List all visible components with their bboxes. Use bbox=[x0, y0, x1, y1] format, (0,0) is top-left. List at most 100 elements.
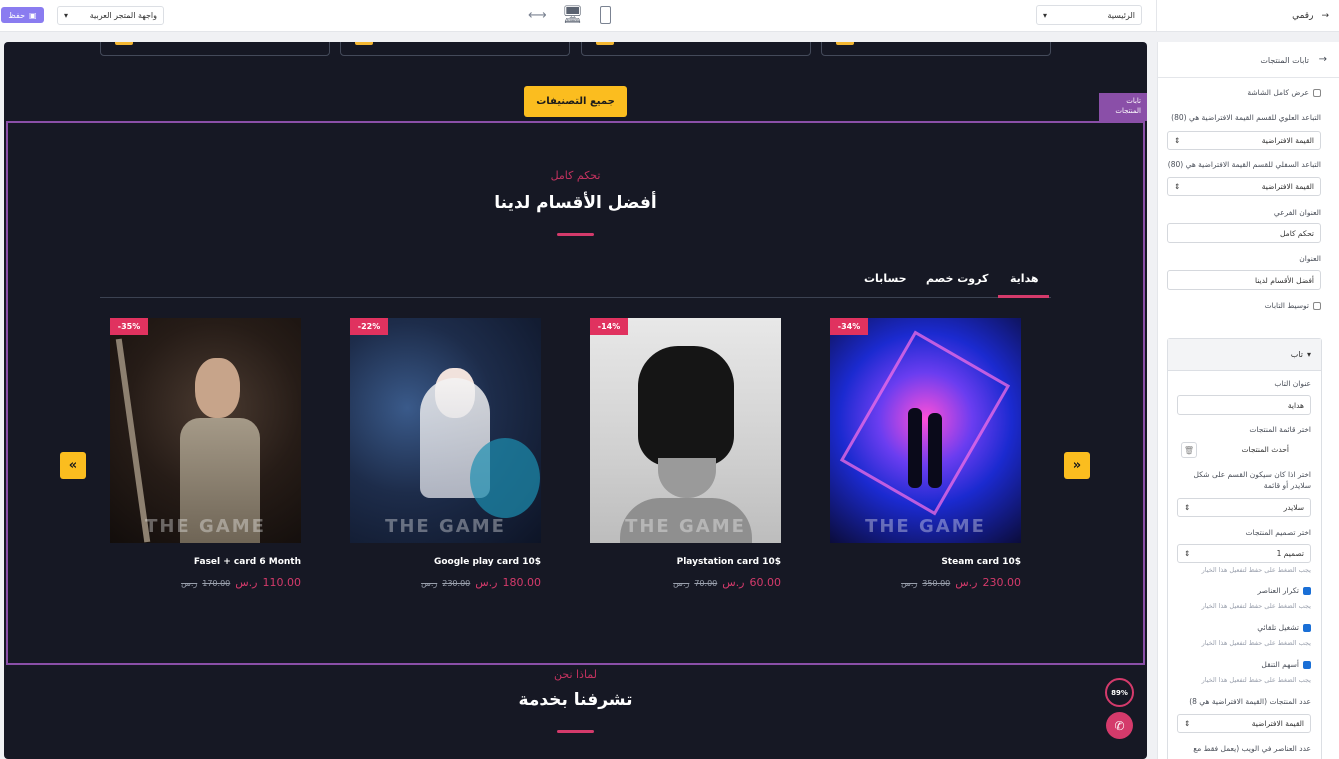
bottom-padding-label: التباعد السفلي للقسم القيمة الافتراضية ه… bbox=[1167, 160, 1321, 169]
product-prices: ر.س 350.00 ر.س 230.00 bbox=[830, 576, 1021, 589]
next-title-underline bbox=[557, 730, 594, 733]
tab-discount-cards[interactable]: كروت خصم bbox=[926, 272, 988, 285]
panel-title: تابات المنتجات bbox=[1260, 56, 1309, 65]
count-label: عدد المنتجات (القيمة الافتراضية هي 8) bbox=[1189, 697, 1311, 706]
repeat-checkbox[interactable] bbox=[1303, 587, 1311, 595]
top-card bbox=[100, 42, 330, 56]
desktop-icon[interactable]: 🖥 bbox=[562, 5, 584, 25]
save-hint: يجب الضغط على حفظ لتفعيل هذا الخيار bbox=[1201, 566, 1311, 574]
trash-icon[interactable]: 🗑 bbox=[1181, 442, 1197, 458]
product-card[interactable]: -35% THE GAME Fasel + card 6 Month ر.س 1… bbox=[110, 318, 301, 589]
whatsapp-icon[interactable]: ✆ bbox=[1106, 712, 1133, 739]
price: 230.00 bbox=[982, 576, 1022, 589]
display-mode-value: سلايدر bbox=[1283, 503, 1304, 512]
title-label: العنوان bbox=[1299, 254, 1321, 263]
all-categories-button[interactable]: جميع التصنيفات bbox=[524, 86, 627, 117]
product-card[interactable]: -34% THE GAME Steam card 10$ ر.س 350.00 … bbox=[830, 318, 1021, 589]
product-image[interactable]: -34% THE GAME bbox=[830, 318, 1021, 543]
product-prices: ر.س 170.00 ر.س 110.00 bbox=[110, 576, 301, 589]
display-mode-label: اختر اذا كان سيكون القسم على شكل سلايدر … bbox=[1193, 470, 1311, 490]
mobile-icon[interactable] bbox=[600, 6, 611, 24]
next-section-subtitle: لماذا نحن bbox=[553, 668, 598, 681]
bottom-padding-select[interactable]: ⇕ القيمة الافتراضية bbox=[1167, 177, 1321, 196]
product-image[interactable]: -14% THE GAME bbox=[590, 318, 781, 543]
title-input[interactable]: أفضل الأقسام لدينا bbox=[1167, 270, 1321, 290]
product-card[interactable]: -14% THE GAME Playstation card 10$ ر.س 7… bbox=[590, 318, 781, 589]
nav-arrows-row[interactable]: أسهم التنقل bbox=[1261, 660, 1311, 669]
slider-next-arrow[interactable]: » bbox=[1064, 452, 1090, 479]
count-select[interactable]: ⇕ القيمة الافتراضية bbox=[1177, 714, 1311, 733]
section-title: أفضل الأقسام لدينا bbox=[494, 193, 657, 213]
save-hint: يجب الضغط على حفظ لتفعيل هذا الخيار bbox=[1201, 639, 1311, 647]
price-currency: ر.س bbox=[235, 576, 258, 589]
product-name[interactable]: Playstation card 10$ bbox=[590, 557, 781, 567]
stepper-icon: ⇕ bbox=[1174, 136, 1181, 145]
old-price-currency: ر.س bbox=[181, 579, 198, 588]
old-price-currency: ر.س bbox=[673, 579, 690, 588]
store-select[interactable]: ▾ واجهة المتجر العربية bbox=[57, 6, 164, 25]
price: 180.00 bbox=[502, 576, 542, 589]
repeat-row[interactable]: تكرار العناصر bbox=[1258, 586, 1311, 595]
save-label: حفظ bbox=[8, 10, 26, 20]
chevron-down-icon: ▾ bbox=[1043, 10, 1048, 20]
product-image[interactable]: -35% THE GAME bbox=[110, 318, 301, 543]
autoplay-checkbox[interactable] bbox=[1303, 624, 1311, 632]
save-button[interactable]: حفظ ▣ bbox=[1, 7, 44, 23]
display-mode-select[interactable]: ⇕ سلايدر bbox=[1177, 498, 1311, 517]
section-badge[interactable]: تابات المنتجات bbox=[1099, 93, 1147, 121]
product-image[interactable]: -22% THE GAME bbox=[350, 318, 541, 543]
watermark: THE GAME bbox=[145, 516, 266, 537]
old-price-currency: ر.س bbox=[421, 579, 438, 588]
save-icon: ▣ bbox=[29, 10, 37, 20]
scroll-progress[interactable]: 89% bbox=[1105, 678, 1134, 707]
page-select[interactable]: ▾ الرئيسية bbox=[1036, 5, 1142, 25]
tab-accounts[interactable]: حسابات bbox=[864, 272, 907, 285]
slider-prev-arrow[interactable]: « bbox=[60, 452, 86, 479]
full-width-checkbox[interactable] bbox=[1313, 89, 1321, 97]
subtitle-input[interactable]: تحكم كامل bbox=[1167, 223, 1321, 243]
accordion-header[interactable]: تاب ▾ bbox=[1168, 339, 1321, 371]
product-prices: ر.س 230.00 ر.س 180.00 bbox=[350, 576, 541, 589]
panel-header[interactable]: تابات المنتجات → bbox=[1158, 42, 1339, 78]
stepper-icon: ⇕ bbox=[1174, 182, 1181, 191]
autoplay-row[interactable]: تشغيل تلقائي bbox=[1257, 623, 1311, 632]
top-card bbox=[581, 42, 811, 56]
watermark: THE GAME bbox=[385, 516, 506, 537]
page-select-value: الرئيسية bbox=[1107, 10, 1135, 20]
full-width-label: عرض كامل الشاشة bbox=[1247, 88, 1309, 97]
top-card bbox=[821, 42, 1051, 56]
fit-width-icon[interactable]: ⟷ bbox=[528, 8, 547, 23]
design-select[interactable]: ⇕ تصميم 1 bbox=[1177, 544, 1311, 563]
preview-canvas: جميع التصنيفات تابات المنتجات تحكم كامل … bbox=[4, 42, 1147, 759]
product-name[interactable]: Fasel + card 6 Month bbox=[110, 557, 301, 567]
web-count-label: عدد العناصر في الويب (يعمل فقط مع bbox=[1193, 744, 1311, 753]
bottom-padding-value: القيمة الافتراضية bbox=[1261, 182, 1314, 191]
chevron-down-icon: ▾ bbox=[64, 11, 69, 20]
theme-back[interactable]: رقمي → bbox=[1156, 0, 1339, 32]
watermark: THE GAME bbox=[625, 516, 746, 537]
center-tabs-row[interactable]: توسيط التابات bbox=[1265, 301, 1321, 310]
product-name[interactable]: Steam card 10$ bbox=[830, 557, 1021, 567]
product-prices: ر.س 70.00 ر.س 60.00 bbox=[590, 576, 781, 589]
section-subtitle: تحكم كامل bbox=[550, 169, 601, 182]
product-list-value: أحدث المنتجات bbox=[1241, 445, 1289, 454]
product-card[interactable]: -22% THE GAME Google play card 10$ ر.س 2… bbox=[350, 318, 541, 589]
full-width-row[interactable]: عرض كامل الشاشة bbox=[1247, 88, 1321, 97]
design-value: تصميم 1 bbox=[1276, 549, 1304, 558]
arrow-right-icon: → bbox=[1318, 54, 1327, 65]
product-name[interactable]: Google play card 10$ bbox=[350, 557, 541, 567]
top-card bbox=[340, 42, 570, 56]
theme-title: رقمي bbox=[1292, 11, 1314, 21]
top-padding-select[interactable]: ⇕ القيمة الافتراضية bbox=[1167, 131, 1321, 150]
accordion-title: تاب bbox=[1290, 350, 1303, 359]
top-padding-label: التباعد العلوي للقسم القيمة الافتراضية ه… bbox=[1171, 113, 1321, 122]
price-currency: ر.س bbox=[475, 576, 498, 589]
settings-panel: تابات المنتجات → عرض كامل الشاشة التباعد… bbox=[1157, 42, 1339, 759]
tab-title-input[interactable]: هداية bbox=[1177, 395, 1311, 415]
tab-title-label: عنوان التاب bbox=[1274, 379, 1311, 388]
save-hint: يجب الضغط على حفظ لتفعيل هذا الخيار bbox=[1201, 676, 1311, 684]
nav-arrows-checkbox[interactable] bbox=[1303, 661, 1311, 669]
center-tabs-checkbox[interactable] bbox=[1313, 302, 1321, 310]
price-currency: ر.س bbox=[955, 576, 978, 589]
tab-hidaya[interactable]: هداية bbox=[1010, 272, 1039, 285]
